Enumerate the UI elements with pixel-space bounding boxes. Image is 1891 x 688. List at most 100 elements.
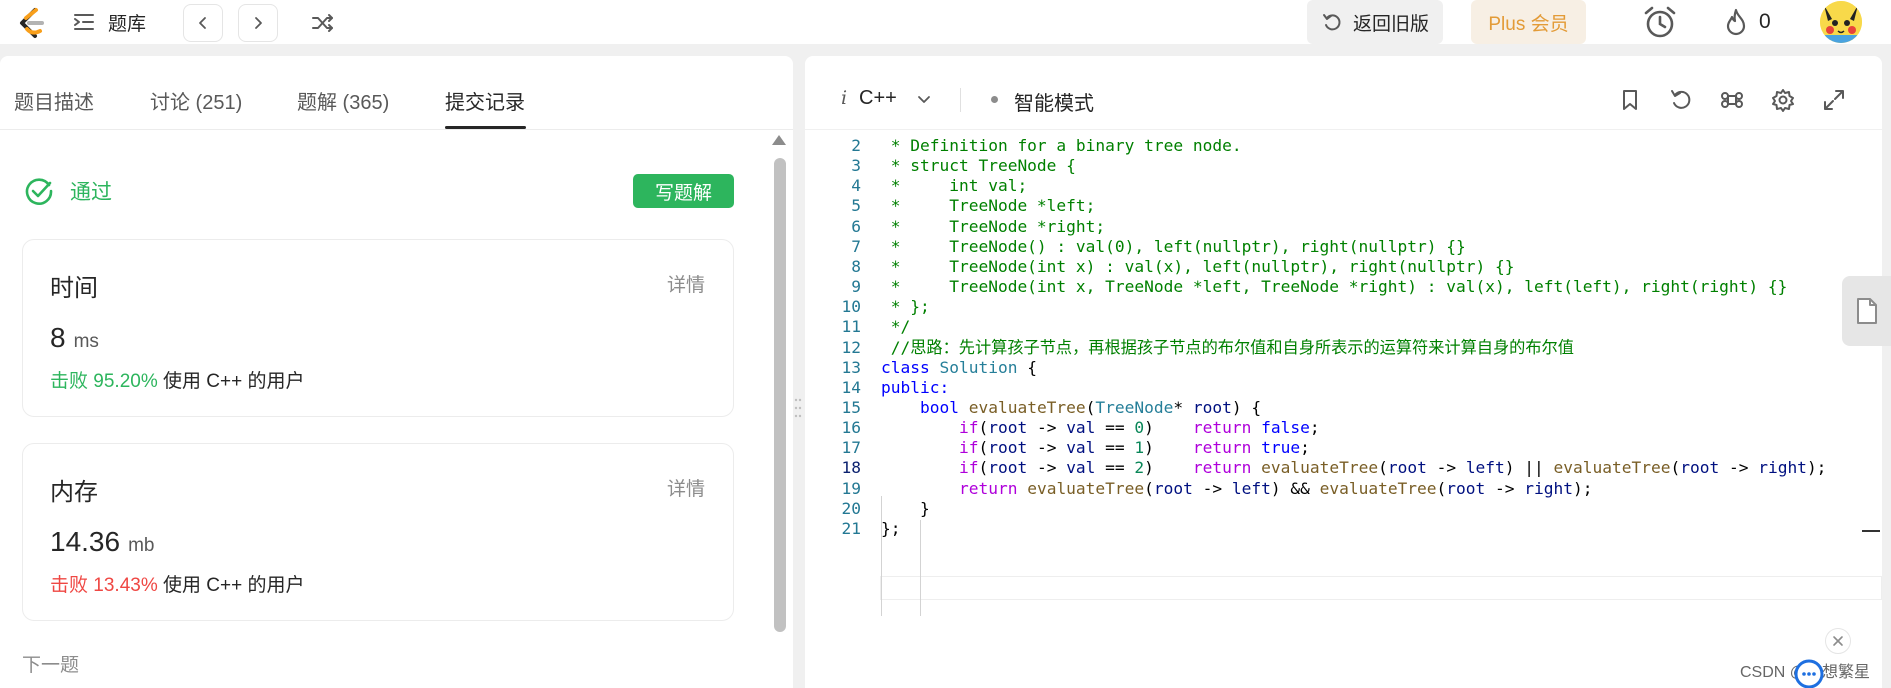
code-token: bool — [919, 397, 969, 417]
avatar[interactable] — [1820, 1, 1862, 43]
chat-bubble-icon[interactable] — [1792, 656, 1826, 688]
code-line[interactable]: 21}; — [805, 517, 1882, 541]
code-token: left — [1231, 478, 1271, 498]
leetcode-logo-icon[interactable] — [14, 6, 48, 40]
code-token: return — [958, 478, 1028, 498]
memory-value-row: 14.36 mb — [50, 526, 154, 558]
code-token: -> — [1192, 478, 1232, 498]
pikachu-avatar-icon — [1820, 1, 1862, 43]
notes-side-tab[interactable] — [1842, 276, 1891, 346]
smart-mode-toggle[interactable]: 智能模式 — [1014, 87, 1094, 116]
command-shortcut-icon[interactable] — [1719, 87, 1745, 113]
runtime-beat-percent: 击败 95.20% — [50, 371, 158, 392]
plus-membership-button[interactable]: Plus 会员 — [1471, 0, 1586, 44]
code-token: ) { — [1231, 397, 1262, 417]
code-token: root — [988, 458, 1028, 478]
top-navigation-bar: 题库 返回旧版 Plus 会员 0 — [0, 0, 1891, 44]
runtime-beat-row: 击败 95.20% 使用 C++ 的用户 — [50, 366, 305, 393]
write-solution-button[interactable]: 写题解 — [633, 174, 734, 208]
streak-counter[interactable]: 0 — [1723, 8, 1771, 36]
chevron-down-icon[interactable] — [916, 91, 932, 107]
code-token: root — [1680, 458, 1720, 478]
plus-membership-label: Plus 会员 — [1488, 13, 1569, 35]
runtime-title: 时间 — [50, 275, 98, 302]
scroll-up-arrow[interactable] — [772, 135, 786, 145]
code-token: class — [881, 357, 940, 377]
tab-discussion[interactable]: 讨论 (251) — [150, 86, 242, 115]
problem-bank-label: 题库 — [108, 13, 147, 35]
code-token: ( — [1436, 478, 1447, 498]
code-token: * TreeNode *right; — [881, 216, 1106, 236]
tab-submissions[interactable]: 提交记录 — [445, 86, 525, 115]
code-token: val — [1066, 418, 1096, 438]
minimap-cursor-marker — [1862, 530, 1880, 532]
reset-code-icon[interactable] — [1668, 87, 1694, 113]
code-token: ( — [978, 418, 989, 438]
left-tab-bar: 题目描述 讨论 (251) 题解 (365) 提交记录 — [0, 56, 793, 130]
editor-toolbar: i C++ 智能模式 — [805, 56, 1882, 130]
code-token: right — [1524, 478, 1573, 498]
code-token: * int val; — [881, 176, 1028, 196]
runtime-beat-suffix: 使用 C++ 的用户 — [163, 371, 305, 392]
code-token: ); — [1806, 458, 1827, 478]
chevron-left-icon — [199, 17, 206, 29]
memory-beat-percent: 击败 13.43% — [50, 575, 158, 596]
code-token: == — [1095, 418, 1135, 438]
bookmark-icon[interactable] — [1617, 87, 1643, 113]
gear-icon[interactable] — [1770, 87, 1796, 113]
code-token: return — [1192, 418, 1262, 438]
streak-count: 0 — [1759, 10, 1771, 33]
code-token: * TreeNode(int x, TreeNode *left, TreeNo… — [881, 277, 1788, 297]
active-tab-indicator — [445, 126, 526, 129]
code-token: 1 — [1134, 438, 1145, 458]
close-chat-button[interactable] — [1825, 628, 1851, 654]
code-token: { — [1017, 357, 1037, 377]
fullscreen-icon[interactable] — [1821, 87, 1847, 113]
memory-title: 内存 — [50, 479, 98, 506]
code-token: -> — [1426, 458, 1466, 478]
code-token: val — [1066, 438, 1096, 458]
shuffle-icon[interactable] — [310, 10, 336, 36]
memory-card: 内存 详情 14.36 mb 击败 13.43% 使用 C++ 的用户 — [22, 443, 734, 621]
current-line-highlight — [880, 576, 1882, 600]
scrollbar-thumb[interactable] — [774, 158, 786, 632]
tab-description[interactable]: 题目描述 — [14, 86, 94, 115]
code-token: } — [881, 498, 930, 518]
tab-solutions[interactable]: 题解 (365) — [297, 86, 389, 115]
memory-unit: mb — [128, 535, 155, 556]
flame-icon — [1726, 8, 1746, 36]
check-circle-icon — [25, 178, 53, 205]
language-select[interactable]: C++ — [859, 87, 897, 110]
code-token: Solution — [939, 357, 1018, 377]
code-text: }; — [881, 517, 901, 541]
code-token: * struct TreeNode { — [881, 156, 1076, 176]
editor-panel: i C++ 智能模式 2 * Definition for a binary t… — [805, 56, 1882, 688]
code-token: -> — [1485, 478, 1525, 498]
code-token: root — [1446, 478, 1486, 498]
problem-bank-button[interactable]: 题库 — [72, 10, 147, 35]
code-token: root — [1153, 478, 1193, 498]
document-icon — [1856, 298, 1877, 324]
left-panel: 题目描述 讨论 (251) 题解 (365) 提交记录 通过 写题解 时间 详情… — [0, 56, 793, 688]
code-token: false — [1261, 418, 1310, 438]
panel-resize-handle[interactable] — [794, 395, 802, 421]
code-token: -> — [1027, 458, 1067, 478]
previous-question-button[interactable] — [183, 4, 223, 42]
next-question-link[interactable]: 下一题 — [22, 650, 79, 677]
return-old-version-button[interactable]: 返回旧版 — [1307, 0, 1443, 44]
code-token: ( — [1085, 397, 1096, 417]
code-editor[interactable]: 2 * Definition for a binary tree node. 3 … — [805, 134, 1882, 688]
undo-icon — [1322, 14, 1341, 31]
code-token: TreeNode — [1095, 397, 1174, 417]
code-token: }; — [881, 518, 901, 538]
code-token: root — [988, 418, 1028, 438]
code-token: left — [1465, 458, 1505, 478]
alarm-clock-icon[interactable] — [1641, 3, 1679, 41]
memory-detail-link[interactable]: 详情 — [667, 474, 705, 501]
runtime-detail-link[interactable]: 详情 — [667, 270, 705, 297]
next-question-button[interactable] — [238, 4, 278, 42]
code-token: -> — [1027, 418, 1067, 438]
